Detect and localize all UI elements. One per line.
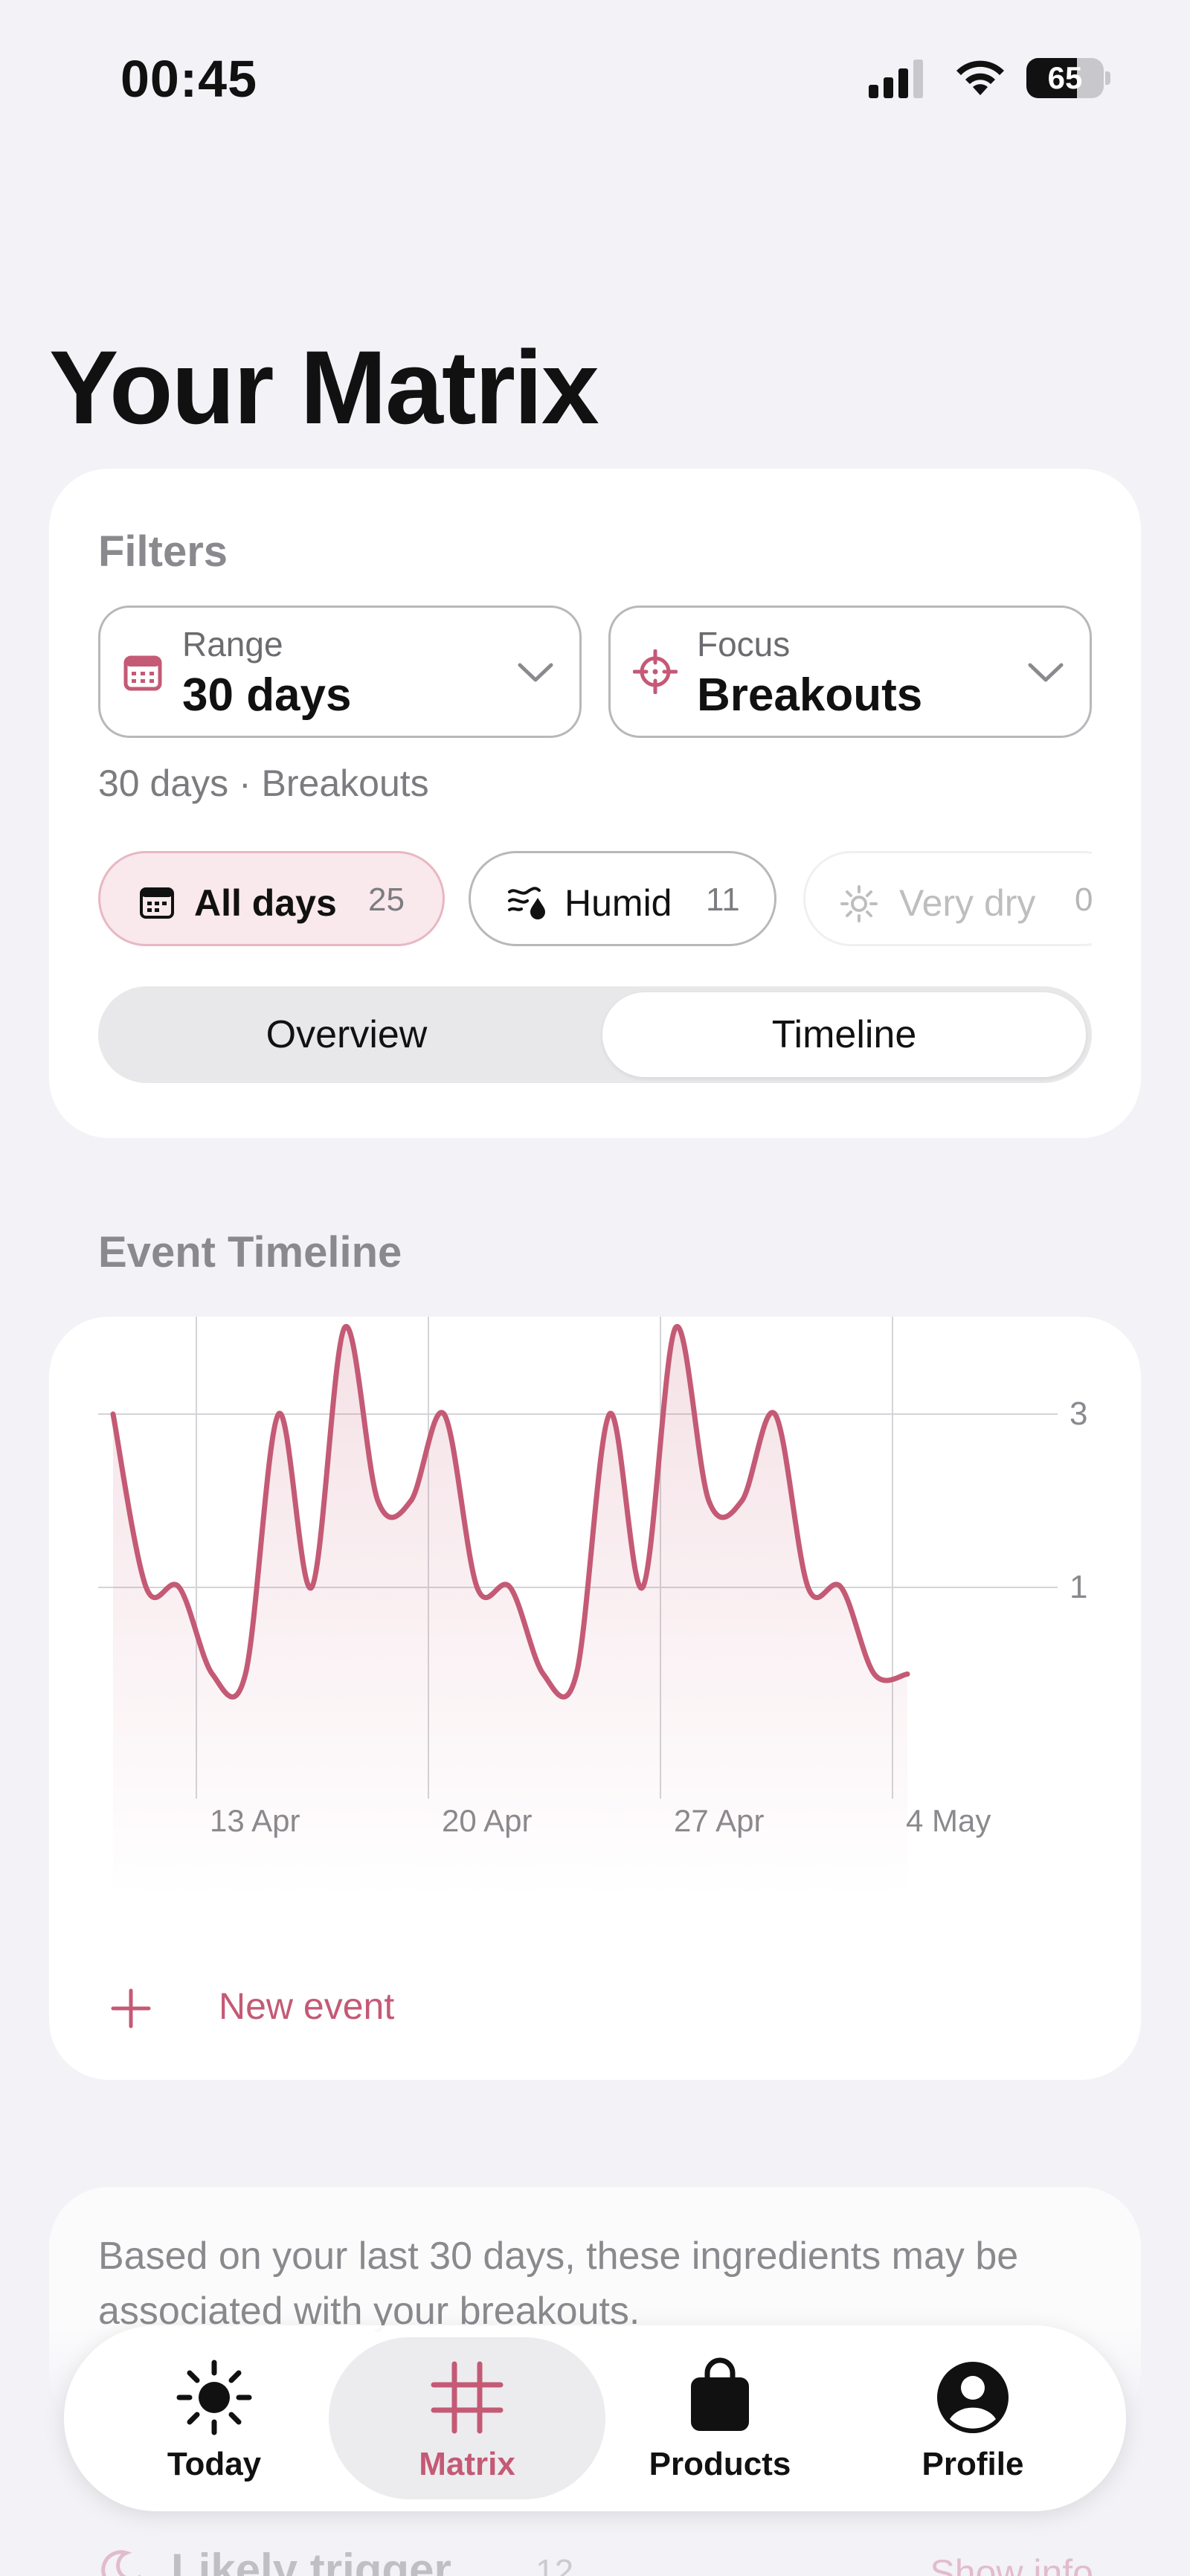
crosshair-icon — [633, 649, 678, 694]
tab-label: Matrix — [419, 2446, 515, 2482]
tab-bar: Today Matrix Products Profile — [64, 2325, 1126, 2511]
battery-icon: 65 — [1026, 58, 1110, 98]
focus-label: Focus — [697, 625, 791, 664]
chip-very-dry[interactable]: Very dry 0 — [803, 851, 1092, 946]
likely-trigger-row: Likely trigger 12 Show info — [97, 2544, 1093, 2576]
tab-label: Products — [649, 2446, 791, 2482]
chevron-down-icon — [1028, 663, 1064, 682]
bag-icon — [691, 2357, 749, 2431]
status-time: 00:45 — [120, 50, 258, 108]
series-area — [113, 1326, 907, 1897]
sun-icon — [840, 885, 878, 922]
focus-value: Breakouts — [697, 669, 923, 721]
chip-count: 25 — [368, 881, 405, 918]
tab-matrix[interactable]: Matrix — [329, 2337, 605, 2499]
chevron-down-icon — [518, 663, 553, 682]
moon-icon — [101, 2550, 141, 2576]
filters-label: Filters — [98, 527, 228, 576]
likely-trigger-count: 12 — [536, 2552, 574, 2576]
view-toggle: Overview Timeline — [98, 986, 1092, 1083]
profile-icon — [937, 2362, 1009, 2433]
tab-label: Today — [167, 2446, 262, 2482]
chip-count: 11 — [706, 881, 740, 918]
wifi-icon — [956, 60, 1004, 95]
chip-all-days[interactable]: All days 25 — [98, 851, 445, 946]
grid-icon — [431, 2361, 504, 2434]
calendar-icon — [140, 887, 174, 919]
status-bar: 00:45 65 — [0, 0, 1190, 156]
focus-dropdown[interactable]: Focus Breakouts — [608, 606, 1092, 738]
chips-overflow: Very dry 0 — [803, 848, 1092, 949]
filter-summary: 30 days · Breakouts — [98, 762, 429, 804]
plus-icon — [111, 1988, 151, 2029]
tab-profile[interactable]: Profile — [834, 2337, 1111, 2499]
battery-level: 65 — [1047, 60, 1083, 95]
tab-today[interactable]: Today — [76, 2337, 353, 2499]
tab-label: Profile — [922, 2446, 1024, 2482]
chip-label: All days — [194, 882, 337, 924]
range-dropdown[interactable]: Range 30 days — [98, 606, 582, 738]
chip-humid[interactable]: Humid 11 — [469, 851, 776, 946]
page-title: Your Matrix — [49, 329, 599, 446]
y-tick-label: 3 — [1070, 1395, 1087, 1432]
chip-label: Humid — [565, 882, 672, 924]
x-tick-label: 4 May — [906, 1803, 991, 1838]
sun-icon — [176, 2360, 252, 2435]
event-timeline-chart: 53113 Apr20 Apr27 Apr4 May — [98, 1317, 1087, 1897]
overview-tab[interactable]: Overview — [98, 986, 595, 1083]
range-label: Range — [182, 625, 283, 664]
event-timeline-card: 53113 Apr20 Apr27 Apr4 May New event — [49, 1317, 1141, 2080]
range-value: 30 days — [182, 669, 352, 721]
calendar-icon — [123, 655, 162, 691]
chip-label: Very dry — [899, 882, 1036, 924]
show-info-link[interactable]: Show info — [930, 2551, 1093, 2576]
humidity-icon — [508, 887, 545, 919]
new-event-label: New event — [219, 1985, 395, 2027]
filters-card: Filters Range 30 days Focus Breakouts 30… — [49, 469, 1141, 1138]
tab-products[interactable]: Products — [582, 2337, 858, 2499]
insight-text: Based on your last 30 days, these ingred… — [98, 2235, 1019, 2333]
y-tick-label: 1 — [1070, 1569, 1087, 1605]
timeline-tab[interactable]: Timeline — [602, 992, 1086, 1077]
event-timeline-title: Event Timeline — [98, 1228, 402, 1276]
chip-count: 0 — [1075, 881, 1092, 918]
likely-trigger-label: Likely trigger — [171, 2545, 451, 2576]
cellular-signal-icon — [869, 60, 923, 98]
